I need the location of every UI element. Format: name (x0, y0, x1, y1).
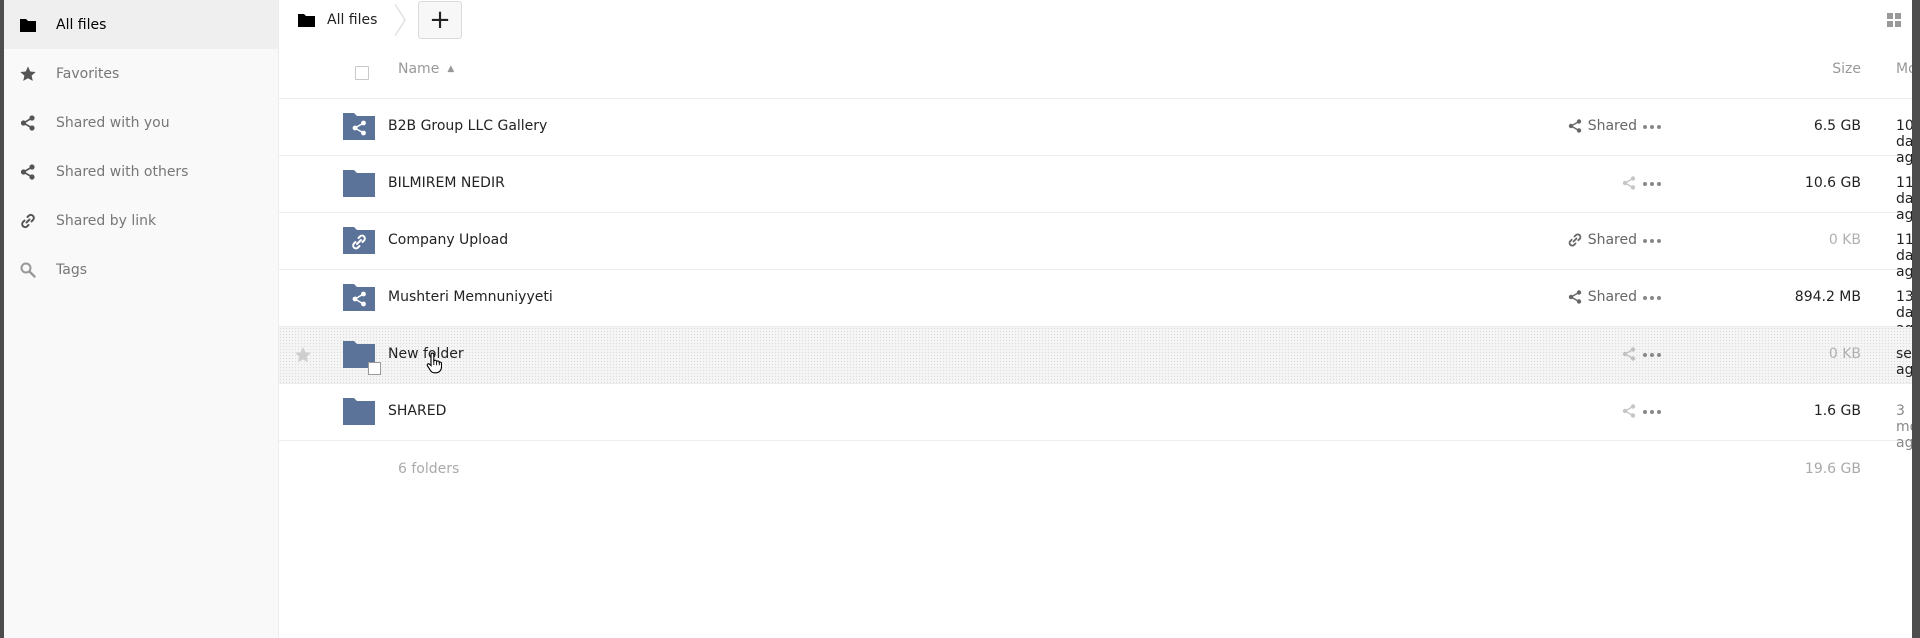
table-header: Name▲ Size Modified (279, 44, 1912, 99)
sidebar-item-label: Favorites (56, 65, 120, 82)
file-size: 0 KB (1828, 346, 1861, 362)
folder-count: 6 folders (398, 461, 460, 477)
table-row[interactable]: Company Upload Shared 0 KB 11 days ago (279, 213, 1912, 280)
more-actions-icon[interactable] (1643, 234, 1661, 248)
more-actions-icon[interactable] (1643, 177, 1661, 191)
file-list: B2B Group LLC Gallery Shared 6.5 GB 10 d… (279, 99, 1912, 451)
file-list-area: All files + Name▲ Size Modified (279, 0, 1912, 638)
file-modified: seconds ago (1896, 346, 1912, 378)
folder-icon (298, 13, 315, 27)
file-name[interactable]: Mushteri Memnuniyyeti (388, 289, 553, 305)
sidebar-item-shared-with-you[interactable]: Shared with you (4, 98, 278, 147)
sidebar: All files Favorites Shared with you Shar… (4, 0, 279, 638)
share-icon (1622, 347, 1636, 361)
sidebar-item-label: Shared with you (56, 114, 170, 131)
table-row[interactable]: New folder 0 KB seconds ago (279, 327, 1912, 384)
star-icon (19, 65, 37, 83)
breadcrumb-separator-icon (394, 3, 406, 37)
sidebar-item-label: All files (56, 16, 107, 33)
breadcrumb[interactable]: All files (298, 0, 377, 40)
share-label: Shared (1587, 118, 1637, 134)
link-icon (1568, 233, 1581, 247)
sidebar-item-all-files[interactable]: All files (4, 0, 278, 49)
more-actions-icon[interactable] (1643, 348, 1661, 362)
table-row[interactable]: Mushteri Memnuniyyeti Shared 894.2 MB 13… (279, 270, 1912, 337)
sidebar-item-label: Shared with others (56, 163, 189, 180)
file-name[interactable]: SHARED (388, 403, 446, 419)
share-icon (1622, 404, 1636, 418)
column-header-name[interactable]: Name ▲ (398, 61, 454, 77)
grid-view-icon[interactable] (1886, 12, 1902, 28)
shared-folder-icon[interactable] (343, 111, 375, 142)
share-action[interactable]: Shared (1567, 118, 1637, 134)
tag-search-icon (19, 261, 37, 279)
folder-icon[interactable] (343, 396, 375, 427)
breadcrumb-root: All files (327, 12, 378, 28)
file-size: 6.5 GB (1813, 118, 1861, 134)
share-icon (19, 163, 37, 181)
file-name[interactable]: Company Upload (388, 232, 508, 248)
sidebar-item-label: Tags (56, 261, 87, 278)
table-row[interactable]: BILMIREM NEDIR 10.6 GB 11 days ago (279, 156, 1912, 223)
table-row[interactable]: B2B Group LLC Gallery Shared 6.5 GB 10 d… (279, 99, 1912, 166)
more-actions-icon[interactable] (1643, 291, 1661, 305)
share-action[interactable] (1621, 175, 1637, 191)
row-select-checkbox[interactable] (368, 362, 381, 375)
select-all-checkbox[interactable] (355, 66, 369, 80)
share-icon (1622, 176, 1636, 190)
sort-ascending-icon: ▲ (447, 64, 455, 74)
folder-icon[interactable] (343, 168, 375, 199)
file-name[interactable]: BILMIREM NEDIR (388, 175, 505, 191)
share-action[interactable] (1621, 346, 1637, 362)
hand-cursor-icon (426, 352, 442, 374)
sidebar-item-shared-by-link[interactable]: Shared by link (4, 196, 278, 245)
table-row[interactable]: SHARED 1.6 GB 3 months ago (279, 384, 1912, 451)
table-summary: 6 folders 19.6 GB (279, 442, 1912, 498)
more-actions-icon[interactable] (1643, 405, 1661, 419)
column-header-modified[interactable]: Modified (1896, 61, 1912, 77)
more-actions-icon[interactable] (1643, 120, 1661, 134)
share-action[interactable]: Shared (1567, 289, 1637, 305)
link-icon (19, 212, 37, 230)
sidebar-item-tags[interactable]: Tags (4, 245, 278, 294)
share-action[interactable]: Shared (1567, 232, 1637, 248)
share-icon (1568, 119, 1581, 133)
controls-bar: All files + (279, 0, 1912, 40)
file-size: 10.6 GB (1804, 175, 1861, 191)
file-name[interactable]: B2B Group LLC Gallery (388, 118, 547, 134)
new-file-button[interactable]: + (418, 1, 462, 39)
shared-folder-icon[interactable] (343, 282, 375, 313)
files-app: All files Favorites Shared with you Shar… (4, 0, 1912, 638)
share-label: Shared (1587, 232, 1637, 248)
sidebar-item-favorites[interactable]: Favorites (4, 49, 278, 98)
folder-icon (19, 16, 37, 34)
sidebar-item-shared-with-others[interactable]: Shared with others (4, 147, 278, 196)
column-header-size[interactable]: Size (1731, 61, 1861, 77)
share-icon (19, 114, 37, 132)
file-size: 894.2 MB (1794, 289, 1861, 305)
share-action[interactable] (1621, 403, 1637, 419)
favorite-star-icon[interactable] (293, 345, 313, 365)
share-label: Shared (1587, 289, 1637, 305)
share-icon (1568, 290, 1581, 304)
file-size: 0 KB (1828, 232, 1861, 248)
total-size: 19.6 GB (1804, 461, 1861, 477)
sidebar-item-label: Shared by link (56, 212, 157, 229)
file-size: 1.6 GB (1813, 403, 1861, 419)
link-folder-icon[interactable] (343, 225, 375, 256)
